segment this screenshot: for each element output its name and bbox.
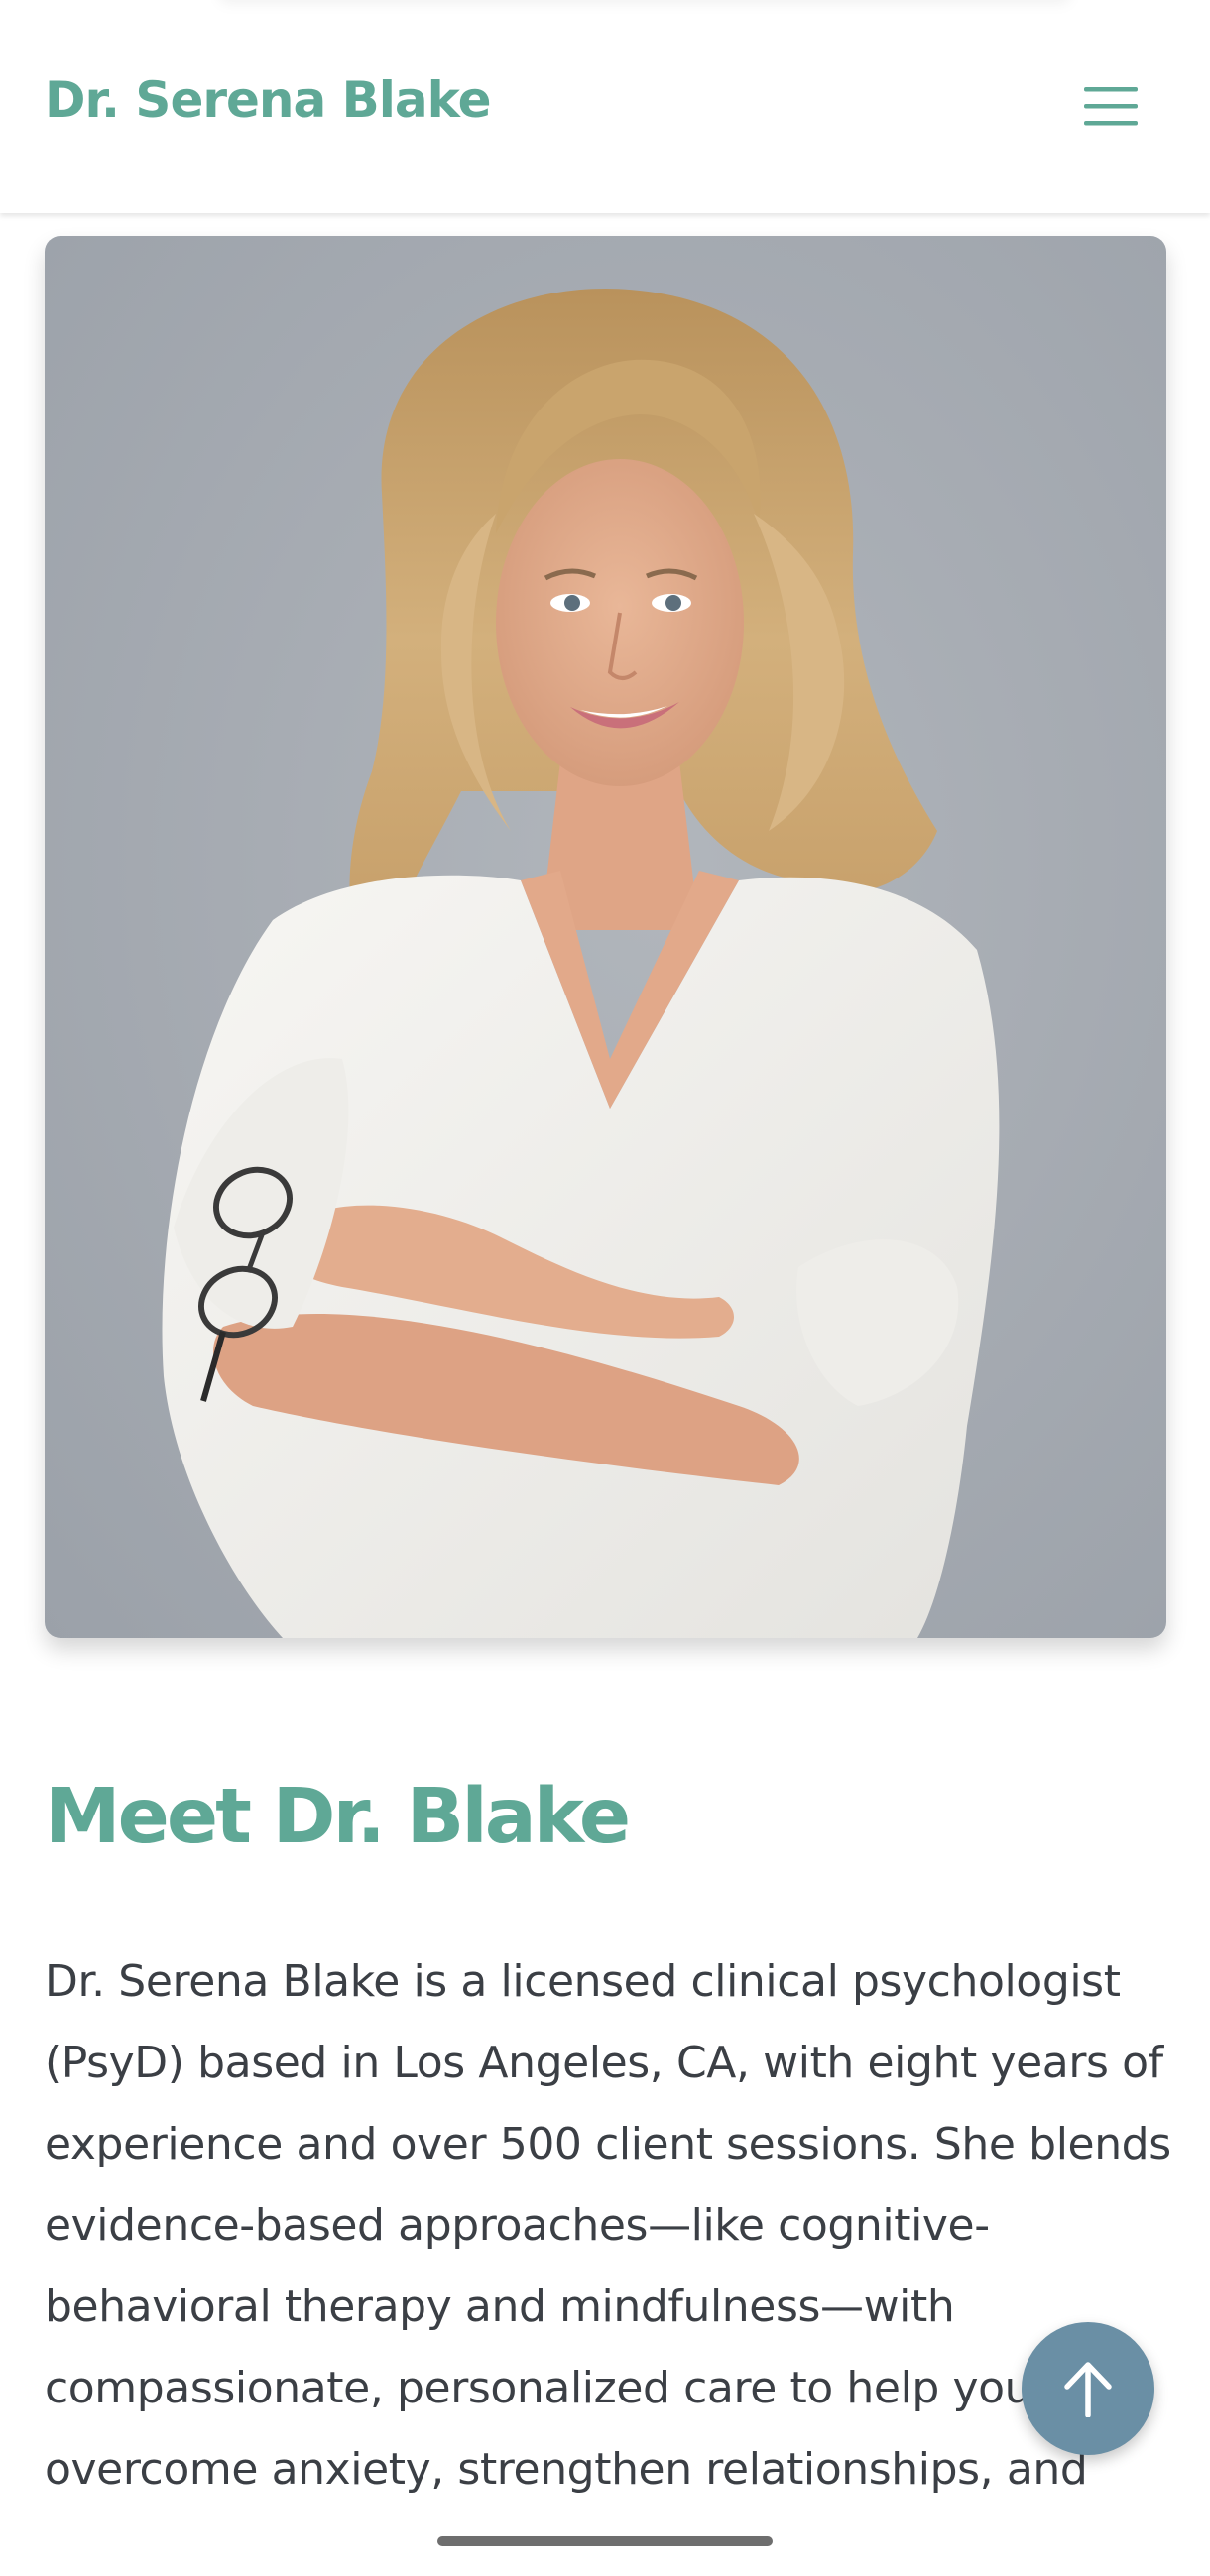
portrait-photo xyxy=(45,236,1166,1638)
back-to-top-button[interactable] xyxy=(1022,2322,1154,2455)
arrow-up-icon xyxy=(1064,2362,1112,2417)
page: Dr. Serena Blake Meet Dr. Blake Dr. Sere… xyxy=(0,0,1210,2576)
menu-button[interactable] xyxy=(1071,73,1150,139)
hamburger-menu-icon xyxy=(1084,87,1138,126)
portrait-illustration xyxy=(162,289,1000,1638)
home-indicator xyxy=(437,2536,773,2546)
section-heading: Meet Dr. Blake xyxy=(45,1773,631,1861)
header-top-shadow xyxy=(218,0,1071,4)
bio-paragraph: Dr. Serena Blake is a licensed clinical … xyxy=(45,1956,1171,2495)
site-header: Dr. Serena Blake xyxy=(0,0,1210,213)
site-title[interactable]: Dr. Serena Blake xyxy=(45,71,491,129)
